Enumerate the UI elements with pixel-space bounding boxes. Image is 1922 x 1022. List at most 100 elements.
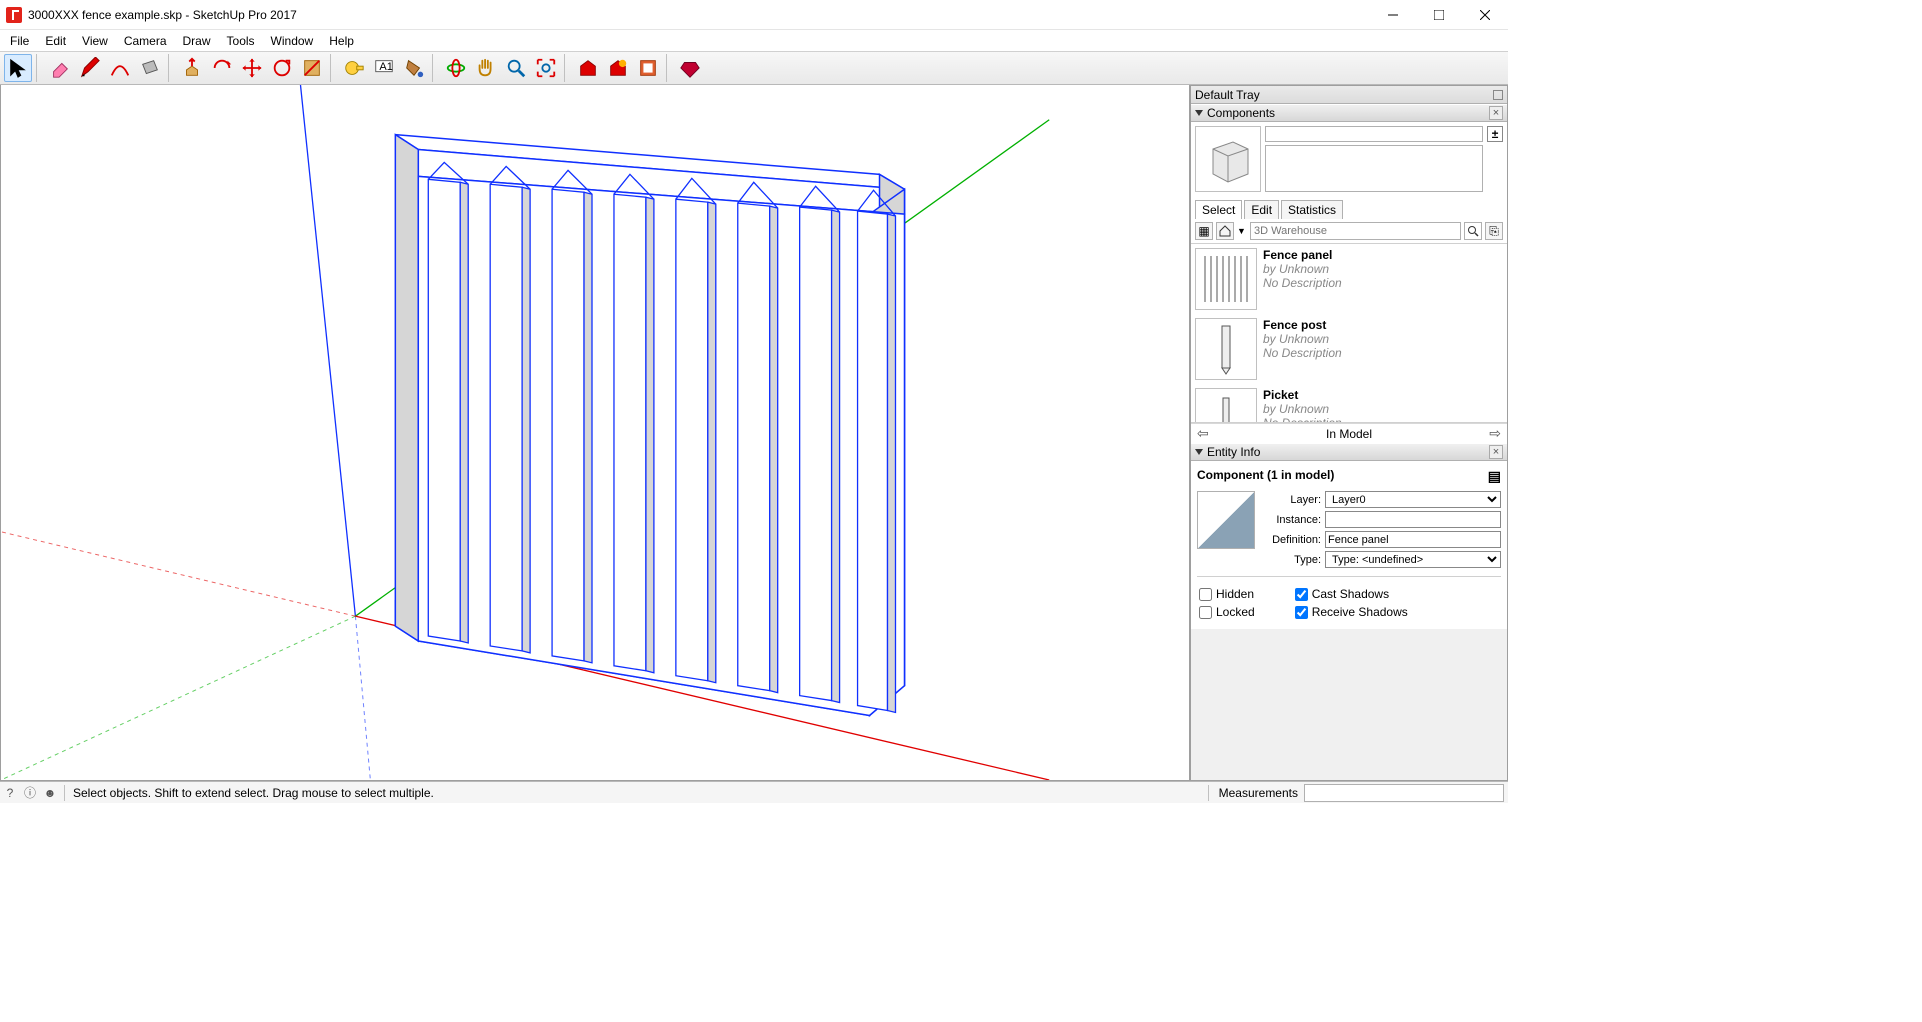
search-input[interactable] [1250, 222, 1461, 240]
nav-fwd-button[interactable]: ⇨ [1489, 425, 1501, 442]
entity-info-title: Entity Info [1207, 445, 1260, 459]
text-tool[interactable]: A1 [370, 54, 398, 82]
rectangle-tool[interactable] [136, 54, 164, 82]
warehouse-tool[interactable] [574, 54, 602, 82]
selected-component[interactable] [1, 85, 1189, 780]
tray-title[interactable]: Default Tray [1191, 86, 1507, 104]
material-swatch[interactable] [1197, 491, 1255, 549]
info-icon[interactable]: ⓘ [20, 783, 40, 803]
close-button[interactable] [1462, 0, 1508, 30]
list-item[interactable]: Fence panel by Unknown No Description [1191, 244, 1507, 314]
cast-shadows-checkbox[interactable]: Cast Shadows [1295, 587, 1408, 601]
menu-tools[interactable]: Tools [219, 32, 263, 50]
picket-thumb-icon [1195, 388, 1257, 423]
layout-tool[interactable] [634, 54, 662, 82]
toolbar: A1 [0, 51, 1508, 85]
components-tabs: Select Edit Statistics [1191, 196, 1507, 219]
zoom-tool[interactable] [502, 54, 530, 82]
app-icon [6, 7, 22, 23]
status-bar: ? ⓘ ☻ Select objects. Shift to extend se… [0, 781, 1508, 803]
svg-text:A1: A1 [379, 61, 392, 73]
components-header[interactable]: Components × [1191, 104, 1507, 122]
panel-close-button[interactable]: × [1489, 445, 1503, 459]
arc-tool[interactable] [106, 54, 134, 82]
pan-tool[interactable] [472, 54, 500, 82]
rotate-tool[interactable] [268, 54, 296, 82]
tab-select[interactable]: Select [1195, 200, 1242, 219]
zoom-extents-tool[interactable] [532, 54, 560, 82]
post-thumb-icon [1195, 318, 1257, 380]
layer-label: Layer: [1263, 494, 1321, 506]
component-name-input[interactable] [1265, 126, 1483, 142]
collapse-icon [1195, 449, 1203, 455]
component-nav: ⇦ In Model ⇨ [1191, 423, 1507, 443]
type-select[interactable]: Type: <undefined> [1325, 551, 1501, 568]
type-label: Type: [1263, 554, 1321, 566]
measurements-input[interactable] [1304, 784, 1504, 802]
ext-warehouse-tool[interactable] [604, 54, 632, 82]
menu-window[interactable]: Window [263, 32, 322, 50]
measurements-label: Measurements [1213, 786, 1304, 800]
menu-camera[interactable]: Camera [116, 32, 175, 50]
eraser-tool[interactable] [46, 54, 74, 82]
list-item-by: by Unknown [1263, 332, 1503, 346]
pencil-tool[interactable] [76, 54, 104, 82]
menu-edit[interactable]: Edit [37, 32, 74, 50]
list-item[interactable]: Picket by Unknown No Description [1191, 384, 1507, 423]
orbit-tool[interactable] [442, 54, 470, 82]
offset-tool[interactable] [208, 54, 236, 82]
search-icon[interactable] [1464, 222, 1482, 240]
components-title: Components [1207, 106, 1275, 120]
tab-edit[interactable]: Edit [1244, 200, 1279, 219]
entity-info-header[interactable]: Entity Info × [1191, 443, 1507, 461]
definition-label: Definition: [1263, 534, 1321, 546]
layer-select[interactable]: Layer0 [1325, 491, 1501, 508]
receive-shadows-checkbox[interactable]: Receive Shadows [1295, 605, 1408, 619]
component-desc-input[interactable] [1265, 145, 1483, 192]
list-item-desc: No Description [1263, 276, 1503, 290]
list-item[interactable]: Fence post by Unknown No Description [1191, 314, 1507, 384]
select-tool[interactable] [4, 54, 32, 82]
titlebar: 3000XXX fence example.skp - SketchUp Pro… [0, 0, 1508, 30]
list-item-by: by Unknown [1263, 402, 1503, 416]
menu-draw[interactable]: Draw [175, 32, 219, 50]
component-list[interactable]: Fence panel by Unknown No Description Fe… [1191, 243, 1507, 423]
viewport[interactable] [0, 85, 1190, 781]
list-item-name: Picket [1263, 388, 1503, 402]
instance-input[interactable] [1325, 511, 1501, 528]
hidden-checkbox[interactable]: Hidden [1199, 587, 1255, 601]
locked-checkbox[interactable]: Locked [1199, 605, 1255, 619]
component-add-button[interactable]: ± [1487, 126, 1503, 142]
tab-statistics[interactable]: Statistics [1281, 200, 1343, 219]
maximize-button[interactable] [1416, 0, 1462, 30]
tray-title-label: Default Tray [1195, 88, 1260, 102]
panel-close-button[interactable]: × [1489, 106, 1503, 120]
details-button[interactable]: ⎘ [1485, 222, 1503, 240]
ruby-tool[interactable] [676, 54, 704, 82]
tape-tool[interactable] [340, 54, 368, 82]
component-preview [1195, 126, 1261, 192]
instance-label: Instance: [1263, 514, 1321, 526]
scale-tool[interactable] [298, 54, 326, 82]
definition-input[interactable] [1325, 531, 1501, 548]
nav-back-button[interactable]: ⇦ [1197, 425, 1209, 442]
pin-icon[interactable] [1493, 90, 1503, 100]
view-mode-button[interactable]: ▦ [1195, 222, 1213, 240]
menu-help[interactable]: Help [321, 32, 362, 50]
list-item-name: Fence panel [1263, 248, 1503, 262]
panel-thumb-icon [1195, 248, 1257, 310]
nav-label: In Model [1326, 427, 1372, 441]
help-icon[interactable]: ? [0, 783, 20, 803]
menu-view[interactable]: View [74, 32, 116, 50]
person-icon[interactable]: ☻ [40, 783, 60, 803]
home-button[interactable] [1216, 222, 1234, 240]
move-tool[interactable] [238, 54, 266, 82]
pushpull-tool[interactable] [178, 54, 206, 82]
entity-menu-icon[interactable]: ▤ [1488, 468, 1501, 485]
minimize-button[interactable] [1370, 0, 1416, 30]
list-item-desc: No Description [1263, 346, 1503, 360]
paint-tool[interactable] [400, 54, 428, 82]
chevron-down-icon[interactable]: ▼ [1237, 226, 1247, 236]
menu-file[interactable]: File [2, 32, 37, 50]
menubar: File Edit View Camera Draw Tools Window … [0, 30, 1508, 51]
